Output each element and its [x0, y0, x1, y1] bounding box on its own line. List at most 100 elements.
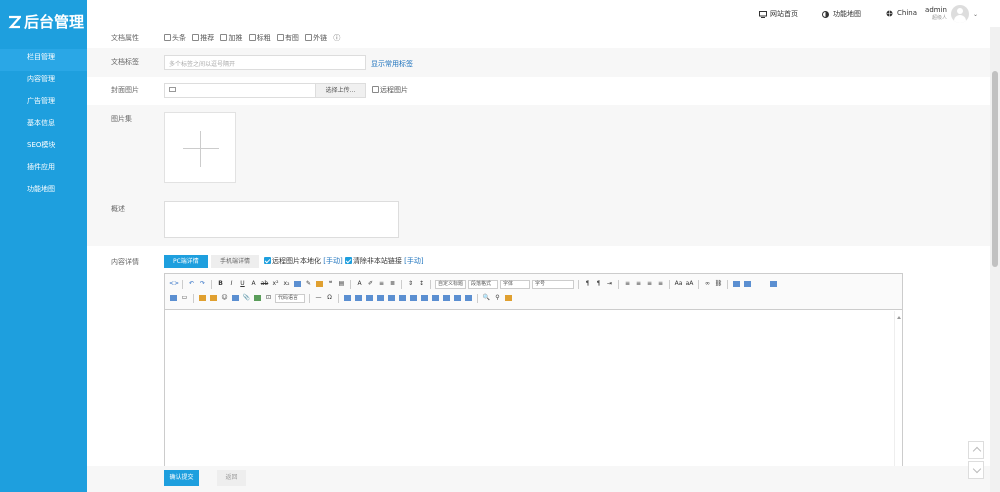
paragraph-select[interactable]: 段落格式	[468, 279, 499, 289]
special-chars-icon[interactable]: Ω	[325, 294, 334, 302]
italic-icon[interactable]: I	[227, 280, 236, 288]
insertimage-icon[interactable]: ▭	[180, 294, 189, 302]
undo-icon[interactable]: ↶	[187, 280, 196, 288]
show-common-tags-link[interactable]: 显示常用标签	[371, 59, 413, 69]
sidebar-item-content[interactable]: 内容管理	[0, 71, 87, 93]
map-icon[interactable]	[254, 295, 261, 301]
site-home-link[interactable]: 网站首页	[759, 9, 798, 19]
tags-input[interactable]: 多个标签之间以逗号隔开	[164, 55, 366, 70]
emotion-icon[interactable]	[199, 295, 206, 301]
submit-button[interactable]: 确认提交	[164, 470, 199, 486]
simpleupload-icon[interactable]	[170, 295, 177, 301]
insertrow-icon[interactable]	[377, 295, 384, 301]
custom-title-select[interactable]: 自定义标题	[435, 279, 467, 289]
preview-icon[interactable]: 🔍	[482, 294, 491, 302]
attr-has-image[interactable]: 有图	[276, 34, 301, 42]
attachment-icon[interactable]: 📎	[242, 294, 251, 302]
summary-textarea[interactable]	[164, 201, 399, 238]
sidebar-item-basic-info[interactable]: 基本信息	[0, 115, 87, 137]
back-button[interactable]: 返回	[217, 470, 246, 486]
page-scrollbar[interactable]	[990, 27, 1000, 492]
attr-recommend[interactable]: 推荐	[192, 34, 216, 42]
drafts-icon[interactable]	[505, 295, 512, 301]
opt-strip-links[interactable]: 清除非本站链接 [手动]	[344, 257, 424, 265]
ltr-icon[interactable]: ¶	[583, 280, 592, 288]
touppercase-icon[interactable]: Aa	[674, 280, 683, 288]
image-none-icon[interactable]	[733, 281, 741, 287]
pasteplain-icon[interactable]: ▤	[337, 280, 346, 288]
image-left-icon[interactable]	[744, 281, 752, 287]
justify-center-icon[interactable]: ≡	[634, 280, 643, 288]
backcolor-icon[interactable]: ✐	[366, 280, 375, 288]
splittocells-icon[interactable]	[454, 295, 461, 301]
deletetable-icon[interactable]	[355, 295, 362, 301]
strikethrough-icon[interactable]: ab	[260, 280, 269, 288]
scrawl-icon[interactable]	[210, 295, 217, 301]
attr-headline[interactable]: 头条	[164, 34, 188, 42]
mergedown-icon[interactable]	[443, 295, 450, 301]
rowspacing-icon[interactable]: ⇕	[406, 280, 415, 288]
smiley-icon[interactable]: ☺	[220, 294, 229, 302]
avatar[interactable]	[950, 5, 969, 23]
attr-bold[interactable]: 标粗	[248, 34, 273, 42]
sidebar-item-func-map[interactable]: 功能地图	[0, 181, 87, 203]
horizontal-rule-icon[interactable]: —	[314, 294, 323, 302]
justify-left-icon[interactable]: ≡	[623, 280, 632, 288]
superscript-icon[interactable]: x²	[271, 280, 280, 288]
blockquote-icon[interactable]: ❝	[326, 280, 335, 288]
sidebar-item-plugins[interactable]: 插件应用	[0, 159, 87, 181]
font-size-select[interactable]: 字号	[532, 279, 575, 289]
sidebar-item-ads[interactable]: 广告管理	[0, 93, 87, 115]
insertparagraph-icon[interactable]	[366, 295, 373, 301]
ordered-list-icon[interactable]: ≡	[377, 280, 386, 288]
language-select[interactable]: China	[886, 9, 917, 17]
unordered-list-icon[interactable]: ≣	[388, 280, 397, 288]
fontborder-icon[interactable]: A	[249, 280, 258, 288]
brand-logo[interactable]: 后台管理	[8, 11, 84, 32]
gallery-add-button[interactable]	[164, 112, 236, 183]
mergeright-icon[interactable]	[432, 295, 439, 301]
subscript-icon[interactable]: x₂	[282, 280, 291, 288]
underline-icon[interactable]: U	[238, 280, 247, 288]
splittorows-icon[interactable]	[465, 295, 472, 301]
indent-icon[interactable]: ⇥	[605, 280, 614, 288]
scroll-top-button[interactable]	[968, 441, 984, 459]
deleterow-icon[interactable]	[388, 295, 395, 301]
justify-full-icon[interactable]: ≡	[656, 280, 665, 288]
scrollbar-thumb[interactable]	[992, 71, 998, 267]
searchreplace-icon[interactable]: ⚲	[493, 294, 502, 302]
insertvideo-icon[interactable]	[232, 295, 239, 301]
lineheight-icon[interactable]: ↕	[417, 280, 426, 288]
help-icon[interactable]: ⓘ	[333, 34, 340, 42]
editor-scrollbar[interactable]	[894, 311, 902, 492]
scroll-bottom-button[interactable]	[968, 461, 984, 479]
code-language-select[interactable]: 代码语言	[275, 293, 305, 303]
inserttable-icon[interactable]	[344, 295, 351, 301]
link-icon[interactable]: ∞	[703, 280, 712, 288]
formatmatch-icon[interactable]	[316, 281, 323, 287]
attr-external-link[interactable]: 外链	[305, 34, 329, 42]
user-menu[interactable]: admin 超级人 ⌄	[925, 5, 978, 23]
html-source-icon[interactable]: <>	[169, 280, 179, 288]
deletecol-icon[interactable]	[410, 295, 417, 301]
bold-icon[interactable]: B	[216, 280, 225, 288]
forecolor-icon[interactable]: A	[355, 280, 364, 288]
tab-pc-detail[interactable]: PC端详情	[164, 255, 208, 268]
upload-button[interactable]: 选择上传...	[315, 84, 365, 97]
sidebar-item-columns[interactable]: 栏目管理	[0, 49, 87, 71]
opt-localize[interactable]: 远程图片本地化 [手动]	[264, 257, 343, 265]
font-family-select[interactable]: 字体	[500, 279, 531, 289]
insertcol-icon[interactable]	[399, 295, 406, 301]
image-center-icon[interactable]	[770, 281, 778, 287]
rich-text-editor[interactable]: <> ↶ ↷ B I U A ab x² x₂ ✎ ❝ ▤ A ✐ ≡ ≣ ⇕ …	[164, 273, 903, 492]
attr-boost[interactable]: 加推	[220, 34, 244, 42]
insertframe-icon[interactable]: ⊡	[264, 294, 273, 302]
remote-image-option[interactable]: 远程图片	[372, 85, 408, 95]
rtl-icon[interactable]: ¶	[594, 280, 603, 288]
sidebar-item-seo[interactable]: SEO模块	[0, 137, 87, 159]
func-map-link[interactable]: 功能地图	[822, 9, 861, 19]
justify-right-icon[interactable]: ≡	[645, 280, 654, 288]
unlink-icon[interactable]: ⛓	[714, 280, 723, 288]
tolowercase-icon[interactable]: aA	[685, 280, 694, 288]
redo-icon[interactable]: ↷	[198, 280, 207, 288]
